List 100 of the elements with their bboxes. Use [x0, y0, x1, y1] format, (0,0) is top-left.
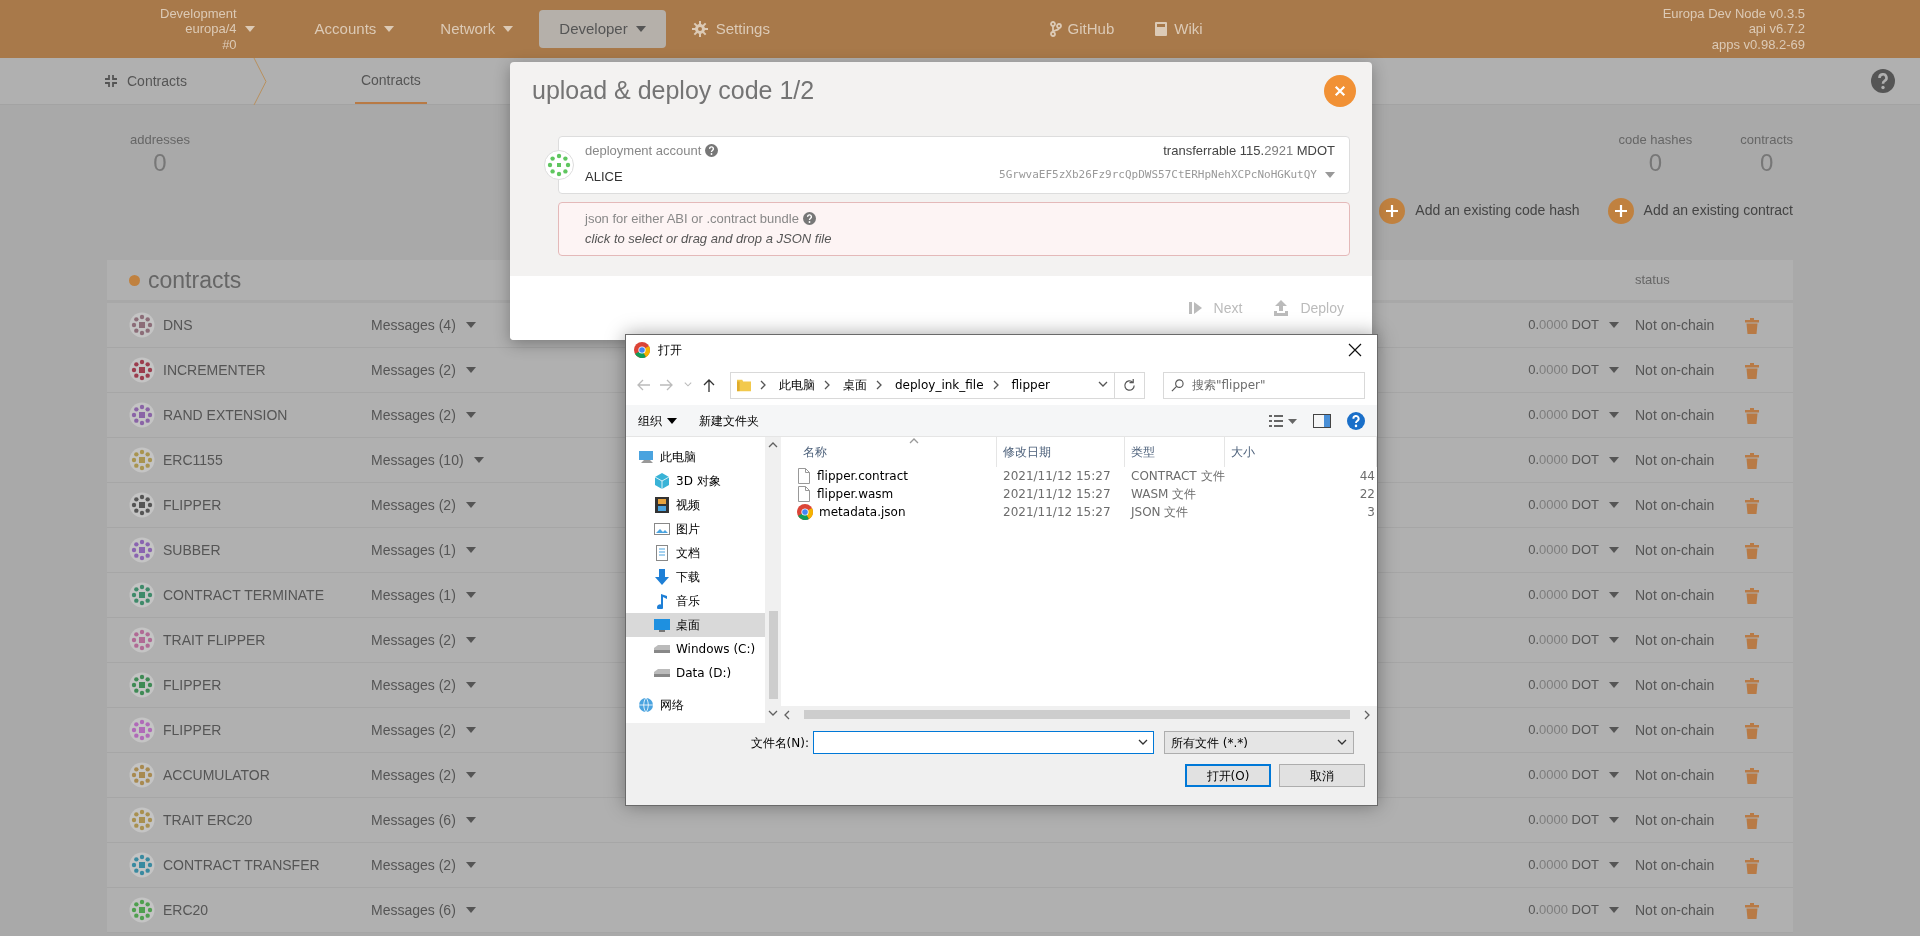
trash-icon[interactable] — [1745, 497, 1759, 514]
book-icon — [1154, 21, 1169, 37]
preview-pane-icon[interactable] — [1313, 413, 1331, 428]
forward-arrow-icon[interactable] — [660, 378, 674, 392]
caret-icon — [465, 682, 476, 688]
messages-toggle[interactable]: Messages (6) — [371, 809, 476, 831]
cancel-button[interactable]: 取消 — [1279, 764, 1365, 787]
trash-icon[interactable] — [1745, 902, 1759, 919]
upload-icon — [1274, 300, 1289, 316]
tree-item[interactable]: 音乐 — [626, 589, 765, 613]
help-icon[interactable] — [705, 144, 719, 158]
messages-toggle[interactable]: Messages (4) — [371, 314, 476, 336]
plus-icon — [1379, 197, 1406, 224]
trash-icon[interactable] — [1745, 317, 1759, 334]
tree-item[interactable]: Windows (C:) — [626, 637, 765, 661]
trash-icon[interactable] — [1745, 677, 1759, 694]
file-type-select[interactable]: 所有文件 (*.*) — [1164, 731, 1354, 754]
view-options-icon[interactable] — [1269, 414, 1297, 427]
trash-icon[interactable] — [1745, 407, 1759, 424]
scrollbar-thumb[interactable] — [768, 611, 778, 699]
open-button[interactable]: 打开(O) — [1185, 764, 1271, 787]
file-name[interactable]: flipper.contract — [797, 467, 997, 485]
music-note-icon — [654, 593, 670, 609]
contract-name: INCREMENTER — [163, 360, 266, 380]
messages-toggle[interactable]: Messages (2) — [371, 764, 476, 786]
column-header[interactable]: 修改日期 — [997, 437, 1125, 467]
trash-icon[interactable] — [1745, 587, 1759, 604]
messages-toggle[interactable]: Messages (2) — [371, 404, 476, 426]
add-button[interactable]: Add an existing code hash — [1379, 197, 1580, 224]
messages-toggle[interactable]: Messages (1) — [371, 539, 476, 561]
help-icon[interactable] — [1347, 411, 1365, 430]
account-selector[interactable]: deployment account ALICE transferrable 115.2921 MDOT 5GrwvaEF5zXb26Fz9rcQpDWS57CtERHpNehXCPcNoHGKutQY — [558, 136, 1350, 194]
skip-forward-icon — [1188, 301, 1202, 315]
messages-toggle[interactable]: Messages (2) — [371, 494, 476, 516]
tree-item[interactable]: 图片 — [626, 517, 765, 541]
drive-icon — [654, 669, 670, 677]
tree-item[interactable]: 文档 — [626, 541, 765, 565]
up-arrow-icon[interactable] — [702, 378, 716, 392]
search-field[interactable]: 搜索"flipper" — [1163, 371, 1365, 399]
messages-toggle[interactable]: Messages (2) — [371, 674, 476, 696]
column-header[interactable]: 类型 — [1125, 437, 1225, 467]
tree-item[interactable]: Data (D:) — [626, 661, 765, 685]
close-button[interactable] — [1324, 75, 1356, 107]
file-drop-zone[interactable]: json for either ABI or .contract bundle click to select or drag and drop a JSON file — [558, 202, 1350, 256]
trash-icon[interactable] — [1745, 542, 1759, 559]
nav-menu[interactable]: Settings — [671, 9, 790, 49]
contract-name: FLIPPER — [163, 720, 222, 740]
trash-icon[interactable] — [1745, 857, 1759, 874]
back-arrow-icon[interactable] — [636, 378, 650, 392]
contract-name: CONTRACT TERMINATE — [163, 585, 324, 605]
help-icon[interactable] — [802, 212, 816, 226]
browser-icon — [634, 342, 650, 358]
scrollbar-thumb[interactable] — [804, 710, 1350, 719]
nav-link[interactable]: GitHub — [1049, 17, 1115, 41]
file-name[interactable]: metadata.json — [797, 503, 997, 521]
tree-item[interactable]: 网络 — [626, 693, 765, 717]
help-icon[interactable] — [1871, 69, 1895, 93]
trash-icon[interactable] — [1745, 722, 1759, 739]
chain-selector[interactable]: Development europa/4 #0 — [150, 5, 265, 53]
messages-toggle[interactable]: Messages (1) — [371, 584, 476, 606]
path-segment[interactable]: flipper — [1011, 376, 1050, 394]
file-name[interactable]: flipper.wasm — [797, 485, 997, 503]
messages-toggle[interactable]: Messages (2) — [371, 719, 476, 741]
tree-item[interactable]: 桌面 — [626, 613, 765, 637]
tree-item[interactable]: 视频 — [626, 493, 765, 517]
filename-field[interactable] — [813, 731, 1154, 754]
messages-toggle[interactable]: Messages (2) — [371, 629, 476, 651]
compress-icon — [105, 75, 117, 87]
tree-item[interactable]: 下载 — [626, 565, 765, 589]
path-segment[interactable]: deploy_ink_file — [895, 376, 984, 394]
field-label: 文件名(N): — [749, 734, 810, 752]
trash-icon[interactable] — [1745, 767, 1759, 784]
messages-toggle[interactable]: Messages (10) — [371, 449, 484, 471]
messages-toggle[interactable]: Messages (2) — [371, 854, 476, 876]
refresh-button[interactable] — [1115, 371, 1145, 399]
trash-icon[interactable] — [1745, 362, 1759, 379]
nav-link[interactable]: Wiki — [1154, 17, 1203, 41]
new-folder-button[interactable]: 新建文件夹 — [699, 411, 759, 430]
file-type: JSON 文件 — [1129, 504, 1190, 521]
messages-toggle[interactable]: Messages (6) — [371, 899, 476, 921]
column-header[interactable]: 大小 — [1225, 437, 1377, 467]
section-link[interactable]: Contracts — [105, 58, 187, 104]
path-segment[interactable]: 桌面 — [843, 376, 867, 394]
caret-icon — [1609, 412, 1619, 418]
nav-menu[interactable]: Developer — [539, 9, 666, 49]
messages-toggle[interactable]: Messages (2) — [371, 359, 476, 381]
nav-menu[interactable]: Accounts — [294, 9, 415, 49]
caret-icon — [473, 457, 484, 463]
tree-item[interactable]: 3D 对象 — [626, 469, 765, 493]
vertical-scrollbar[interactable] — [765, 437, 781, 723]
add-button[interactable]: Add an existing contract — [1607, 197, 1793, 224]
trash-icon[interactable] — [1745, 452, 1759, 469]
trash-icon[interactable] — [1745, 632, 1759, 649]
organize-menu[interactable]: 组织 — [638, 411, 677, 430]
tree-item[interactable]: 此电脑 — [626, 445, 765, 469]
path-segment[interactable]: 此电脑 — [779, 376, 815, 394]
nav-menu[interactable]: Network — [420, 9, 534, 49]
tab[interactable]: Contracts — [354, 58, 427, 104]
trash-icon[interactable] — [1745, 812, 1759, 829]
column-header[interactable]: 名称 — [797, 437, 997, 467]
